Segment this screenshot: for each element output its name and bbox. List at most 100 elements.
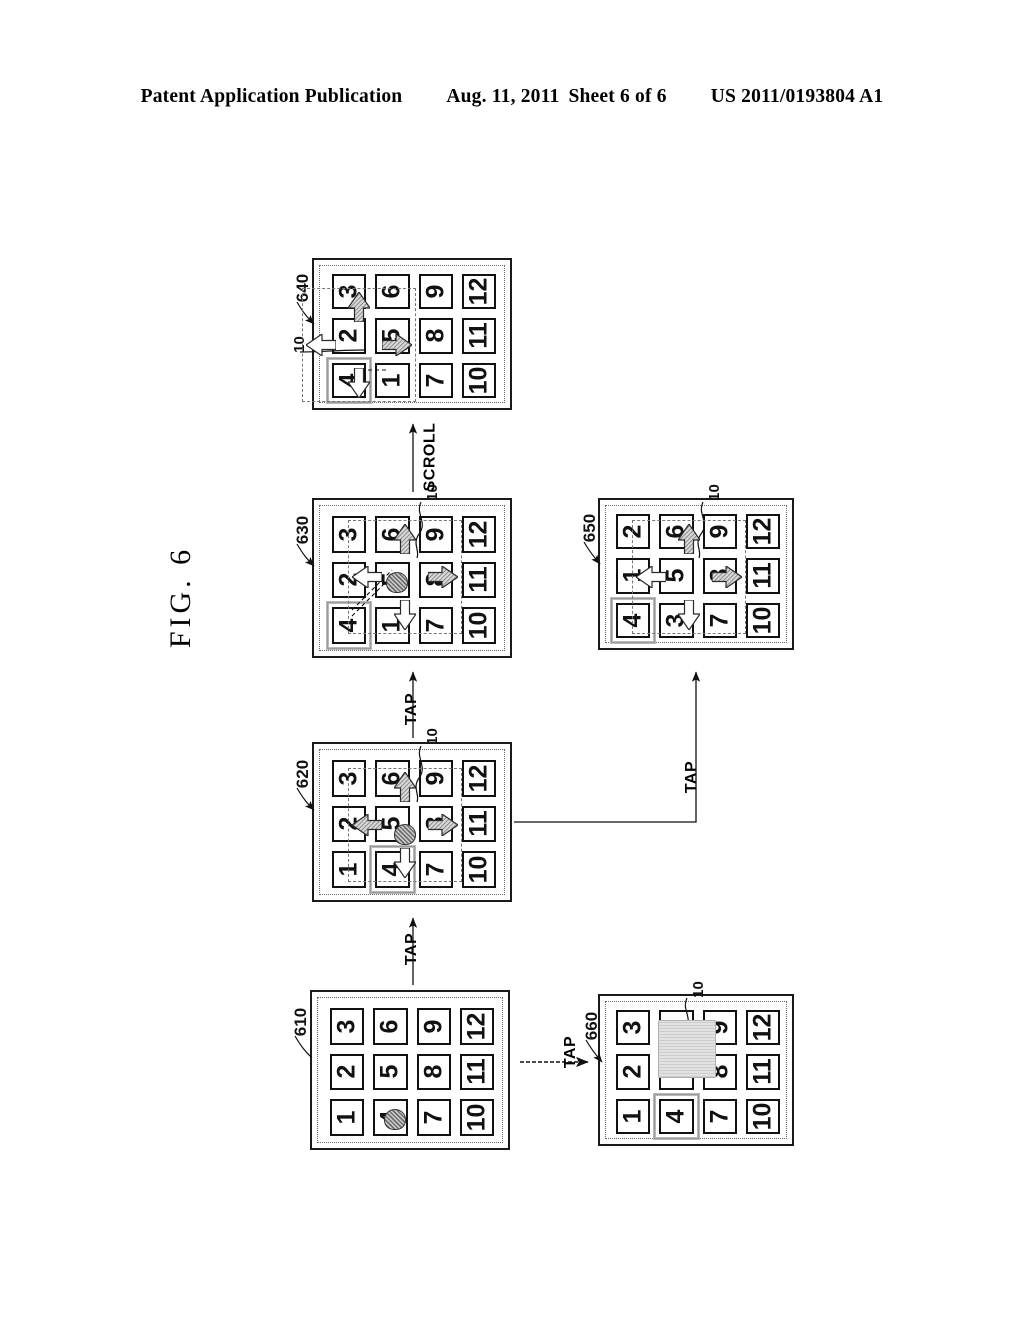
direction-cursor[interactable] [632, 520, 746, 634]
arrow-right-icon[interactable] [428, 566, 458, 588]
screen-660: 123456789101112 [598, 994, 794, 1146]
screen-610-grid: 123456789101112 [330, 1008, 494, 1136]
figure-label: FIG. 6 [164, 545, 198, 649]
ref-650: 650 [580, 513, 600, 543]
grid-cell-12[interactable]: 12 [461, 760, 496, 797]
ref-610: 610 [291, 1007, 311, 1037]
grid-cell-6[interactable]: 6 [373, 1008, 408, 1045]
grid-cell-11[interactable]: 11 [461, 561, 496, 599]
grid-cell-12[interactable]: 12 [745, 514, 780, 550]
grid-cell-label: 1 [332, 1110, 361, 1125]
flow-label-tap-610-660: TAP [562, 1035, 580, 1069]
sheet-number: Sheet 6 of 6 [568, 86, 667, 107]
flow-label-tap-620-650: TAP [683, 760, 701, 794]
grid-cell-5[interactable]: 5 [373, 1053, 408, 1091]
grid-cell-label: 3 [618, 1020, 647, 1035]
arrow-left-icon[interactable] [352, 566, 382, 588]
ref-cursor-660: 10 [689, 981, 707, 998]
grid-cell-4[interactable]: 4 [373, 1099, 408, 1136]
flow-label-tap-620-630: TAP [403, 692, 421, 726]
grid-cell-3[interactable]: 3 [616, 1010, 651, 1046]
grid-cell-10[interactable]: 10 [745, 1098, 780, 1134]
arrow-down-icon[interactable] [678, 600, 700, 630]
grid-cell-9[interactable]: 9 [418, 274, 453, 310]
screen-630: 423156789101112 [312, 498, 512, 658]
grid-cell-12[interactable]: 12 [745, 1010, 780, 1046]
grid-cell-3[interactable]: 3 [330, 1008, 365, 1045]
grid-cell-label: 12 [748, 1013, 777, 1042]
grid-cell-2[interactable]: 2 [616, 1054, 651, 1090]
arrow-down-icon[interactable] [348, 368, 370, 398]
grid-cell-label: 12 [464, 277, 493, 306]
grid-cell-12[interactable]: 12 [461, 516, 496, 553]
arrow-left-icon[interactable] [352, 814, 382, 836]
grid-cell-1[interactable]: 1 [616, 1098, 651, 1134]
arrow-right-icon[interactable] [382, 334, 412, 356]
grid-cell-label: 7 [705, 1109, 734, 1124]
screen-650: 412356789101112 [598, 498, 794, 650]
arrow-up-icon[interactable] [348, 292, 370, 322]
arrow-down-icon[interactable] [394, 600, 416, 630]
grid-cell-2[interactable]: 2 [330, 1053, 365, 1091]
grid-cell-10[interactable]: 10 [461, 607, 496, 644]
grid-cell-label: 10 [748, 606, 777, 635]
screen-610: 123456789101112 [310, 990, 510, 1150]
arrow-up-icon[interactable] [678, 524, 700, 554]
grid-cell-10[interactable]: 10 [745, 602, 780, 638]
grid-cell-label: 7 [419, 1110, 448, 1125]
grid-cell-1[interactable]: 1 [330, 1099, 365, 1136]
screen-640: 4 2 3 1 5 6 7 8 9 10 11 12 [302, 258, 512, 410]
grid-cell-label: 8 [421, 329, 450, 343]
grid-cell-11[interactable]: 11 [461, 805, 496, 843]
grid-cell-label: 10 [464, 855, 493, 884]
grid-cell-9[interactable]: 9 [416, 1008, 451, 1045]
direction-cursor[interactable] [302, 288, 416, 402]
arrow-right-icon[interactable] [712, 566, 742, 588]
direction-cursor[interactable] [348, 768, 462, 882]
publication-header: Patent Application Publication Aug. 11, … [0, 86, 1024, 108]
touch-point-icon [386, 571, 409, 593]
flow-label-tap-610-620: TAP [403, 932, 421, 966]
grid-cell-10[interactable]: 10 [461, 362, 496, 398]
touch-point-icon [384, 1109, 407, 1131]
grid-cell-label: 5 [375, 1065, 404, 1079]
grid-cell-label: 7 [421, 373, 450, 388]
ref-660: 660 [582, 1011, 602, 1041]
arrow-right-icon[interactable] [428, 814, 458, 836]
ref-cursor-620: 10 [423, 728, 441, 745]
grid-cell-8[interactable]: 8 [418, 318, 453, 354]
grid-cell-12[interactable]: 12 [461, 274, 496, 310]
touch-point-icon [394, 824, 416, 845]
screen-620: 123456789101112 [312, 742, 512, 902]
arrow-up-icon[interactable] [394, 772, 416, 802]
magnifier-overlay[interactable] [658, 1020, 716, 1078]
grid-cell-12[interactable]: 12 [459, 1008, 494, 1045]
grid-cell-11[interactable]: 11 [461, 318, 496, 354]
grid-cell-7[interactable]: 7 [418, 362, 453, 398]
arrow-left-icon[interactable] [306, 334, 336, 356]
grid-cell-label: 12 [464, 764, 493, 793]
grid-cell-label: 11 [464, 322, 493, 350]
grid-cell-11[interactable]: 11 [745, 1054, 780, 1090]
grid-cell-4[interactable]: 4 [653, 1092, 700, 1141]
arrow-left-icon[interactable] [636, 566, 666, 588]
grid-cell-11[interactable]: 11 [459, 1053, 494, 1091]
connector-overlay [294, 301, 705, 1068]
publication-header-left: Patent Application Publication [140, 86, 403, 107]
grid-cell-label: 6 [375, 1019, 404, 1034]
grid-cell-10[interactable]: 10 [459, 1099, 494, 1136]
grid-cell-11[interactable]: 11 [745, 558, 780, 594]
grid-cell-7[interactable]: 7 [702, 1098, 737, 1134]
grid-cell-label: 8 [419, 1065, 448, 1079]
grid-cell-8[interactable]: 8 [416, 1053, 451, 1091]
grid-cell-label: 12 [462, 1012, 491, 1041]
grid-cell-label: 11 [462, 1058, 491, 1086]
arrow-up-icon[interactable] [394, 524, 416, 554]
grid-cell-7[interactable]: 7 [416, 1099, 451, 1136]
arrow-down-icon[interactable] [394, 848, 416, 878]
grid-cell-10[interactable]: 10 [461, 851, 496, 888]
grid-cell-label: 12 [464, 520, 493, 549]
grid-cell-label: 11 [748, 562, 777, 590]
arrow-tap-620-650 [514, 671, 701, 823]
ref-620: 620 [293, 759, 313, 789]
